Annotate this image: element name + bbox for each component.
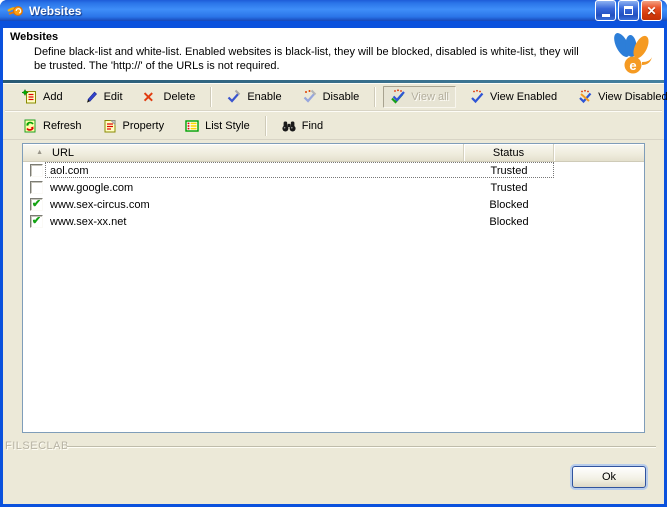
refresh-button[interactable]: Refresh — [15, 115, 89, 137]
view-enabled-icon — [469, 89, 485, 105]
row-status: Trusted — [464, 165, 554, 177]
toolbar-secondary: Refresh Property — [3, 112, 664, 139]
view-enabled-button[interactable]: View Enabled — [462, 86, 564, 108]
row-url: aol.com — [46, 165, 464, 177]
enable-icon — [226, 89, 242, 105]
close-icon: ✕ — [646, 5, 656, 17]
row-status: Trusted — [464, 182, 554, 194]
refresh-button-label: Refresh — [43, 120, 82, 132]
add-button-label: Add — [43, 91, 63, 103]
find-button-label: Find — [302, 120, 323, 132]
dialog-content: Websites Define black-list and white-lis… — [3, 28, 664, 504]
add-icon — [22, 89, 38, 105]
view-disabled-button[interactable]: View Disabled — [570, 86, 667, 108]
row-status: Blocked — [464, 199, 554, 211]
find-icon — [281, 118, 297, 134]
ok-button[interactable]: Ok — [572, 466, 646, 488]
titlebar: Websites ✕ — [0, 0, 667, 21]
find-button[interactable]: Find — [274, 115, 330, 137]
list-style-button-label: List Style — [205, 120, 250, 132]
toolbar-separator — [210, 87, 212, 107]
enable-button[interactable]: Enable — [219, 86, 288, 108]
edit-button-label: Edit — [104, 91, 123, 103]
toolbar-bottom-divider — [3, 139, 664, 140]
column-header-status-label: Status — [493, 147, 524, 159]
maximize-icon — [624, 6, 633, 15]
property-button[interactable]: Property — [95, 115, 172, 137]
delete-button-label: Delete — [164, 91, 196, 103]
row-status: Blocked — [464, 216, 554, 228]
websites-list: ▲ URL Status aol.com Trusted www.google.… — [22, 143, 645, 433]
column-header-url[interactable]: URL — [46, 144, 464, 161]
row-checkbox[interactable] — [30, 181, 43, 194]
maximize-button[interactable] — [618, 0, 639, 21]
view-disabled-icon — [577, 89, 593, 105]
sort-ascending-icon: ▲ — [36, 149, 43, 156]
refresh-icon — [22, 118, 38, 134]
app-flame-icon — [7, 2, 24, 19]
row-url: www.google.com — [46, 182, 464, 194]
toolbar-separator — [374, 87, 376, 107]
view-all-icon — [390, 89, 406, 105]
view-all-button: View all — [383, 86, 456, 108]
list-header: ▲ URL Status — [23, 144, 644, 162]
table-row[interactable]: www.google.com Trusted — [23, 179, 644, 196]
delete-button[interactable]: ✕ Delete — [136, 86, 203, 108]
column-header-checkbox[interactable]: ▲ — [23, 144, 46, 161]
disable-icon — [302, 89, 318, 105]
footer-divider — [67, 446, 656, 448]
delete-icon: ✕ — [143, 89, 159, 105]
toolbar-primary: Add Edit ✕ Delete Enable — [3, 83, 664, 110]
minimize-icon — [602, 14, 610, 17]
disable-button-label: Disable — [323, 91, 360, 103]
view-enabled-button-label: View Enabled — [490, 91, 557, 103]
brand-label: FILSECLAB — [5, 440, 69, 452]
list-style-icon — [184, 118, 200, 134]
close-button[interactable]: ✕ — [641, 0, 662, 21]
dialog-window: Websites ✕ Websites Define black-list an… — [0, 0, 667, 507]
page-header: Websites Define black-list and white-lis… — [3, 28, 664, 80]
list-style-button[interactable]: List Style — [177, 115, 257, 137]
window-title: Websites — [29, 4, 81, 18]
column-header-url-label: URL — [52, 147, 74, 159]
view-disabled-button-label: View Disabled — [598, 91, 667, 103]
row-url: www.sex-xx.net — [46, 216, 464, 228]
property-button-label: Property — [123, 120, 165, 132]
filseclab-logo-icon: e — [608, 30, 656, 76]
row-url: www.sex-circus.com — [46, 199, 464, 211]
minimize-button[interactable] — [595, 0, 616, 21]
toolbar-separator — [265, 116, 267, 136]
edit-icon — [83, 89, 99, 105]
column-header-status[interactable]: Status — [464, 144, 554, 161]
enable-button-label: Enable — [247, 91, 281, 103]
row-checkbox[interactable] — [30, 164, 43, 177]
property-icon — [102, 118, 118, 134]
table-row[interactable]: ✔ www.sex-circus.com Blocked — [23, 196, 644, 213]
page-title: Websites — [10, 31, 58, 43]
table-row[interactable]: ✔ www.sex-xx.net Blocked — [23, 213, 644, 230]
view-all-button-label: View all — [411, 91, 449, 103]
row-checkbox[interactable]: ✔ — [30, 198, 43, 211]
row-checkbox[interactable]: ✔ — [30, 215, 43, 228]
add-button[interactable]: Add — [15, 86, 70, 108]
svg-text:e: e — [629, 58, 636, 73]
column-header-filler — [554, 144, 644, 161]
disable-button[interactable]: Disable — [295, 86, 367, 108]
edit-button[interactable]: Edit — [76, 86, 130, 108]
table-row[interactable]: aol.com Trusted — [23, 162, 644, 179]
page-description: Define black-list and white-list. Enable… — [34, 45, 590, 73]
